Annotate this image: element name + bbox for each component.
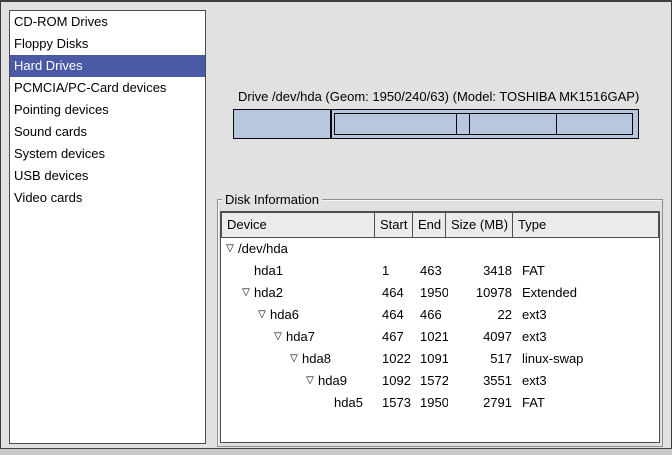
size-cell: 10978 (448, 282, 516, 304)
table-row-hda8[interactable]: ▽hda810221091517linux-swap (221, 348, 659, 370)
partition-segment-hda1 (233, 109, 331, 139)
table-header-row: DeviceStartEndSize (MB)Type (221, 212, 659, 238)
device-category-list[interactable]: CD-ROM DrivesFloppy DisksHard DrivesPCMC… (9, 10, 206, 444)
sidebar-item-usb-devices[interactable]: USB devices (10, 165, 205, 187)
end-cell: 1950 (414, 282, 448, 304)
partition-segment-hda2-extended (331, 109, 639, 139)
sidebar-item-system-devices[interactable]: System devices (10, 143, 205, 165)
type-cell: linux-swap (516, 348, 659, 370)
column-header-size-mb[interactable]: Size (MB) (445, 212, 513, 238)
column-header-type[interactable]: Type (512, 212, 659, 238)
tree-expander-icon[interactable]: ▽ (238, 282, 254, 304)
tree-indent (222, 359, 286, 360)
start-cell: 1092 (375, 370, 414, 392)
sidebar-item-floppy-disks[interactable]: Floppy Disks (10, 33, 205, 55)
size-cell: 4097 (448, 326, 516, 348)
start-cell: 467 (375, 326, 414, 348)
table-row-hda7[interactable]: ▽hda746710214097ext3 (221, 326, 659, 348)
tree-indent (222, 403, 318, 404)
size-cell: 22 (448, 304, 516, 326)
type-cell: ext3 (516, 370, 659, 392)
type-cell: ext3 (516, 304, 659, 326)
sidebar-item-hard-drives[interactable]: Hard Drives (10, 55, 205, 77)
size-cell: 3418 (448, 260, 516, 282)
sidebar-item-video-cards[interactable]: Video cards (10, 187, 205, 209)
column-header-device[interactable]: Device (221, 212, 375, 238)
tree-expander-icon[interactable]: ▽ (254, 304, 270, 326)
type-cell: FAT (516, 260, 659, 282)
end-cell: 1572 (414, 370, 448, 392)
end-cell: 1021 (414, 326, 448, 348)
end-cell (414, 238, 448, 260)
tree-expander-icon[interactable]: ▽ (302, 370, 318, 392)
end-cell: 1950 (414, 392, 448, 414)
table-body: ▽/dev/hdahda114633418FAT▽hda246419501097… (221, 238, 659, 414)
table-row-dev-hda[interactable]: ▽/dev/hda (221, 238, 659, 260)
device-name: hda9 (318, 370, 347, 392)
type-cell (516, 238, 659, 260)
partition-bar-diagram (233, 109, 639, 139)
end-cell: 466 (414, 304, 448, 326)
device-name: hda6 (270, 304, 299, 326)
device-name: hda1 (254, 260, 283, 282)
end-cell: 1091 (414, 348, 448, 370)
tree-indent (222, 337, 270, 338)
partition-segment-hda6-hda7 (334, 113, 457, 135)
size-cell: 3551 (448, 370, 516, 392)
start-cell: 1573 (375, 392, 414, 414)
tree-indent (222, 271, 238, 272)
type-cell: FAT (516, 392, 659, 414)
table-row-hda2[interactable]: ▽hda2464195010978Extended (221, 282, 659, 304)
tree-indent (222, 293, 238, 294)
start-cell (375, 238, 414, 260)
table-row-hda9[interactable]: ▽hda9109215723551ext3 (221, 370, 659, 392)
tree-expander-icon[interactable]: ▽ (270, 326, 286, 348)
type-cell: ext3 (516, 326, 659, 348)
sidebar-item-pcmcia-pc-card-devices[interactable]: PCMCIA/PC-Card devices (10, 77, 205, 99)
tree-indent (222, 381, 302, 382)
column-header-start[interactable]: Start (374, 212, 413, 238)
drive-title: Drive /dev/hda (Geom: 1950/240/63) (Mode… (238, 89, 639, 104)
column-header-end[interactable]: End (412, 212, 446, 238)
table-row-hda1[interactable]: hda1 14633418FAT (221, 260, 659, 282)
sidebar-item-pointing-devices[interactable]: Pointing devices (10, 99, 205, 121)
device-cell: ▽hda9 (221, 370, 375, 392)
partition-segment-hda8 (456, 113, 470, 135)
partition-segment-hda9 (469, 113, 558, 135)
device-cell: ▽hda8 (221, 348, 375, 370)
device-name: hda7 (286, 326, 315, 348)
device-name: hda8 (302, 348, 331, 370)
disk-information-label: Disk Information (222, 192, 322, 207)
device-cell: ▽/dev/hda (221, 238, 375, 260)
hardware-browser-window: CD-ROM DrivesFloppy DisksHard DrivesPCMC… (0, 0, 672, 449)
disk-information-table[interactable]: DeviceStartEndSize (MB)Type ▽/dev/hdahda… (220, 211, 660, 443)
type-cell: Extended (516, 282, 659, 304)
sidebar-item-cd-rom-drives[interactable]: CD-ROM Drives (10, 11, 205, 33)
start-cell: 464 (375, 282, 414, 304)
device-cell: hda1 (221, 260, 375, 282)
start-cell: 1 (375, 260, 414, 282)
start-cell: 1022 (375, 348, 414, 370)
table-row-hda6[interactable]: ▽hda646446622ext3 (221, 304, 659, 326)
tree-indent (222, 315, 254, 316)
device-name: /dev/hda (238, 238, 288, 260)
tree-expander-icon[interactable]: ▽ (222, 238, 238, 260)
start-cell: 464 (375, 304, 414, 326)
size-cell (448, 238, 516, 260)
partition-segment-hda5 (556, 113, 633, 135)
table-row-hda5[interactable]: hda5 157319502791FAT (221, 392, 659, 414)
sidebar-item-sound-cards[interactable]: Sound cards (10, 121, 205, 143)
device-cell: ▽hda2 (221, 282, 375, 304)
device-name: hda5 (334, 392, 363, 414)
device-cell: hda5 (221, 392, 375, 414)
size-cell: 517 (448, 348, 516, 370)
tree-expander-icon[interactable]: ▽ (286, 348, 302, 370)
end-cell: 463 (414, 260, 448, 282)
device-cell: ▽hda6 (221, 304, 375, 326)
device-cell: ▽hda7 (221, 326, 375, 348)
size-cell: 2791 (448, 392, 516, 414)
device-name: hda2 (254, 282, 283, 304)
